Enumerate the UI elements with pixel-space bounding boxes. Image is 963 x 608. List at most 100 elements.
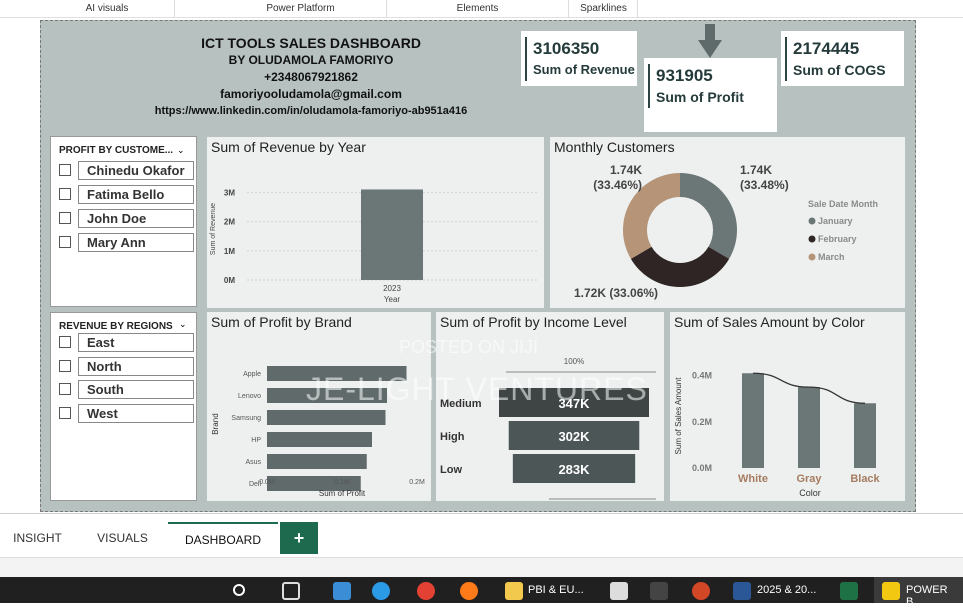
report-canvas: ICT TOOLS SALES DASHBOARD BY OLUDAMOLA F… <box>40 20 916 512</box>
kpi-profit-label: Sum of Profit <box>656 89 744 105</box>
y-tick-label: 0.0M <box>692 463 712 473</box>
data-label: 302K <box>558 429 590 444</box>
checkbox[interactable] <box>59 383 71 395</box>
customers-chart-svg: 1.74K(33.48%)1.72K (33.06%)1.74K(33.46%)… <box>574 163 878 300</box>
y-tick-label: 0.2M <box>692 417 712 427</box>
data-label: 283K <box>558 462 590 477</box>
checkbox[interactable] <box>59 336 71 348</box>
kpi-profit-value: 931905 <box>656 66 713 85</box>
x-tick-label: 0.0M <box>259 479 275 486</box>
taskbar-label-pbi[interactable]: PBI & EU... <box>528 584 584 596</box>
edge-icon[interactable] <box>372 582 390 600</box>
excel-icon[interactable] <box>840 582 858 600</box>
checkbox[interactable] <box>59 212 71 224</box>
x-axis-title: Color <box>799 488 821 498</box>
kpi-revenue-card[interactable]: 3106350 Sum of Revenue <box>521 31 637 86</box>
revenue-chart-svg: 3M 2M 1M 0M 2023 Year Sum of Revenue <box>210 189 539 304</box>
y-tick-label: 0.4M <box>692 371 712 381</box>
add-page-button[interactable]: + <box>280 522 318 554</box>
linkedin-url[interactable]: https://www.linkedin.com/in/oludamola-fa… <box>101 103 521 120</box>
explorer-icon[interactable] <box>333 582 351 600</box>
legend-item: February <box>818 234 857 244</box>
region-slicer[interactable]: REVENUE BY REGIONS ⌄ East North South We… <box>50 312 197 501</box>
bar-lenovo <box>267 388 387 403</box>
checkbox[interactable] <box>59 188 71 200</box>
x-tick-label: 0.2M <box>409 479 425 486</box>
sales-by-color-visual[interactable]: Sum of Sales Amount by Color 0.4M 0.2M 0.0… <box>670 312 905 501</box>
search-icon[interactable] <box>233 584 245 596</box>
mail-icon[interactable] <box>610 582 628 600</box>
profit-by-income-visual[interactable]: Sum of Profit by Income Level 100% 347K Me… <box>436 312 664 501</box>
y-axis-title: Brand <box>211 413 220 434</box>
powerpoint-icon[interactable] <box>692 582 710 600</box>
legend-marker <box>808 235 816 243</box>
bar-white <box>742 373 764 468</box>
brand-chart-svg: AppleLenovoSamsungHPAsusDell0.0M 0.1M 0.2M… <box>211 366 425 498</box>
x-axis-title: Sum of Profit <box>319 489 366 498</box>
powerbi-icon <box>882 582 900 600</box>
kpi-cogs-card[interactable]: 2174445 Sum of COGS <box>781 31 904 86</box>
checkbox[interactable] <box>59 164 71 176</box>
legend-item: January <box>818 216 853 226</box>
y-axis-title: Sum of Revenue <box>210 203 217 255</box>
author-line: BY OLUDAMOLA FAMORIYO <box>228 53 394 67</box>
y-tick-label: 1M <box>224 247 235 256</box>
x-tick-label: Gray <box>796 473 822 485</box>
bar-apple <box>267 366 407 381</box>
y-tick-label: Medium <box>440 398 482 410</box>
chrome-icon[interactable] <box>417 582 435 600</box>
app-icon[interactable] <box>650 582 668 600</box>
kpi-revenue-value: 3106350 <box>533 39 600 58</box>
ribbon-tab-elements[interactable]: Elements <box>387 0 569 18</box>
slicer-item-north[interactable]: North <box>59 357 195 376</box>
customer-slicer-title: PROFIT BY CUSTOME... <box>59 145 174 156</box>
x-axis-title: Year <box>384 295 401 304</box>
bar-asus <box>267 454 367 469</box>
taskbar-label-doc[interactable]: 2025 & 20... <box>757 584 816 596</box>
color-chart-svg: 0.4M 0.2M 0.0M White Gray Black Color Sum of Sa… <box>674 371 881 498</box>
kpi-cogs-label: Sum of COGS <box>793 62 886 78</box>
slicer-item-south[interactable]: South <box>59 380 195 399</box>
chevron-down-icon[interactable]: ⌄ <box>179 319 187 330</box>
firefox-icon[interactable] <box>460 582 478 600</box>
slicer-item-john[interactable]: John Doe <box>59 209 195 228</box>
funnel-top-label: 100% <box>564 357 584 366</box>
checkbox[interactable] <box>59 360 71 372</box>
word-icon[interactable] <box>733 582 751 600</box>
x-tick-label: White <box>738 473 768 485</box>
kpi-cogs-value: 2174445 <box>793 39 860 58</box>
revenue-by-year-visual[interactable]: Sum of Revenue by Year 3M 2M 1M 0M 2023 Year S… <box>207 137 544 308</box>
donut-slice-january <box>680 173 737 259</box>
slicer-item-mary[interactable]: Mary Ann <box>59 233 195 252</box>
tab-insight[interactable]: INSIGHT <box>0 522 75 554</box>
chevron-down-icon[interactable]: ⌄ <box>177 145 185 156</box>
slicer-item-fatima[interactable]: Fatima Bello <box>59 185 195 204</box>
slicer-item-label: West <box>78 404 194 423</box>
ribbon-tab-power-platform[interactable]: Power Platform <box>215 0 387 18</box>
y-tick-label: Lenovo <box>238 393 261 400</box>
task-view-icon[interactable] <box>282 582 300 600</box>
y-tick-label: 2M <box>224 218 235 227</box>
slicer-item-west[interactable]: West <box>59 404 195 423</box>
ribbon: AI visuals Power Platform Elements Spark… <box>0 0 963 18</box>
bar-samsung <box>267 410 386 425</box>
customer-slicer[interactable]: PROFIT BY CUSTOME... ⌄ Chinedu Okafor Fa… <box>50 136 197 307</box>
slicer-item-east[interactable]: East <box>59 333 195 352</box>
ribbon-tab-sparklines[interactable]: Sparklines <box>570 0 638 18</box>
checkbox[interactable] <box>59 236 71 248</box>
slicer-item-chinedu[interactable]: Chinedu Okafor <box>59 161 195 180</box>
bar-hp <box>267 432 372 447</box>
checkbox[interactable] <box>59 407 71 419</box>
tab-dashboard[interactable]: DASHBOARD <box>168 522 278 554</box>
ribbon-tab-ai-visuals[interactable]: AI visuals <box>40 0 175 18</box>
slicer-item-label: North <box>78 357 194 376</box>
data-label: 1.74K <box>740 163 772 177</box>
arrow-down-icon <box>698 24 722 58</box>
monthly-customers-visual[interactable]: Monthly Customers 1.74K (33.48%) 1.72K (33… <box>550 137 905 308</box>
y-axis-title: Sum of Sales Amount <box>674 377 683 455</box>
profit-by-brand-visual[interactable]: Sum of Profit by Brand Apple Lenovo Samsun… <box>207 312 431 501</box>
folder-icon[interactable] <box>505 582 523 600</box>
status-strip <box>0 557 963 577</box>
tab-visuals[interactable]: VISUALS <box>80 522 165 554</box>
kpi-profit-card[interactable]: 931905 Sum of Profit <box>644 58 777 132</box>
